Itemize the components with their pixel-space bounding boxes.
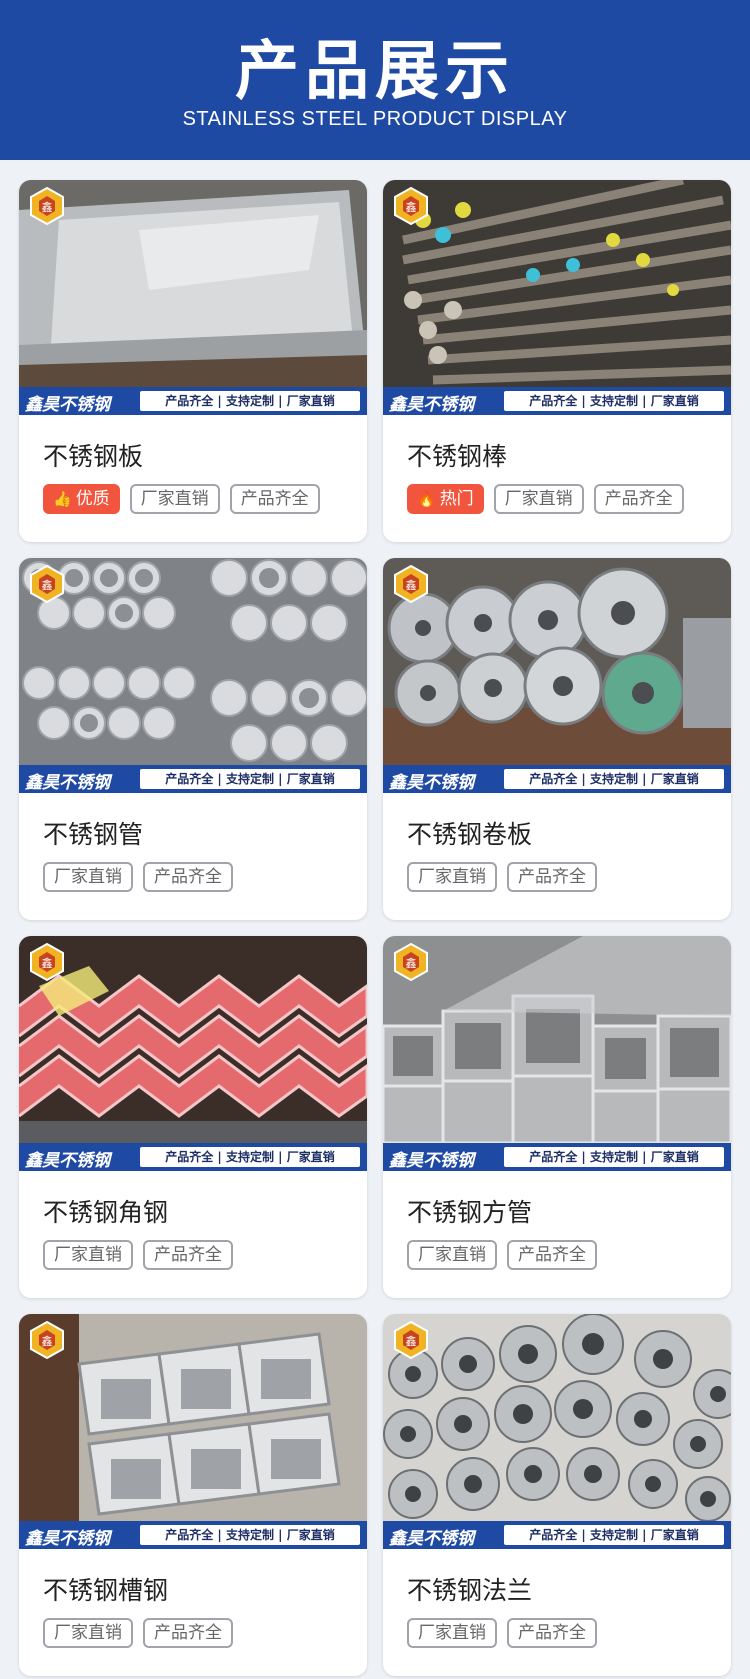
product-card[interactable]: 鑫 鑫昊不锈钢 产品齐全 | 支持定制 | 厂家直销 不锈钢角钢 厂家直销 产品… [19,936,367,1298]
brand-name: 鑫昊不锈钢 [389,773,474,793]
svg-text:鑫: 鑫 [406,200,417,214]
brand-banner: 鑫昊不锈钢 产品齐全 | 支持定制 | 厂家直销 [19,1521,367,1549]
tag: 产品齐全 [143,1618,233,1648]
tag: 厂家直销 [129,484,220,514]
brand-badge-icon: 鑫 [27,564,67,604]
channel-steel-photo [19,1314,367,1521]
brand-banner: 鑫昊不锈钢 产品齐全 | 支持定制 | 厂家直销 [383,1143,731,1171]
product-name: 不锈钢角钢 [43,1198,169,1227]
tag: 厂家直销 [407,1240,497,1270]
product-name: 不锈钢法兰 [407,1576,533,1605]
tag: 产品齐全 [143,1240,233,1270]
angle-steel-photo [19,936,367,1143]
badge-label: 优质 [75,489,110,509]
tag: 产品齐全 [507,1240,597,1270]
brand-tagline: 产品齐全 | 支持定制 | 厂家直销 [504,1525,724,1545]
brand-banner: 鑫昊不锈钢 产品齐全 | 支持定制 | 厂家直销 [19,387,367,415]
brand-badge-icon: 鑫 [27,942,67,982]
steel-plate-photo [19,180,367,387]
product-name: 不锈钢槽钢 [43,1576,169,1605]
svg-text:鑫: 鑫 [42,956,53,970]
brand-tagline: 产品齐全 | 支持定制 | 厂家直销 [140,1147,360,1167]
brand-tagline: 产品齐全 | 支持定制 | 厂家直销 [140,391,360,411]
brand-banner: 鑫昊不锈钢 产品齐全 | 支持定制 | 厂家直销 [19,765,367,793]
brand-name: 鑫昊不锈钢 [25,1151,110,1171]
brand-banner: 鑫昊不锈钢 产品齐全 | 支持定制 | 厂家直销 [383,1521,731,1549]
page-header: 产品展示 STAINLESS STEEL PRODUCT DISPLAY [0,0,750,160]
brand-banner: 鑫昊不锈钢 产品齐全 | 支持定制 | 厂家直销 [383,765,731,793]
square-tube-photo [383,936,731,1143]
product-name: 不锈钢方管 [407,1198,533,1227]
brand-badge-icon: 鑫 [391,186,431,226]
brand-tagline: 产品齐全 | 支持定制 | 厂家直销 [504,1147,724,1167]
flame-icon: 🔥 [417,490,436,508]
tag: 厂家直销 [43,862,133,892]
tag: 产品齐全 [593,484,684,514]
tag-list: 🔥 热门 厂家直销 产品齐全 [407,484,684,514]
product-card[interactable]: 鑫 鑫昊不锈钢 产品齐全 | 支持定制 | 厂家直销 不锈钢棒 🔥 热门 厂家直销… [383,180,731,542]
steel-coil-photo [383,558,731,765]
quality-badge: 👍 优质 [43,484,120,514]
brand-banner: 鑫昊不锈钢 产品齐全 | 支持定制 | 厂家直销 [383,387,731,415]
tag-list: 厂家直销 产品齐全 [407,1240,597,1270]
product-name: 不锈钢板 [43,442,144,471]
steel-pipe-photo [19,558,367,765]
tag: 产品齐全 [507,862,597,892]
tag-list: 厂家直销 产品齐全 [43,862,233,892]
tag: 产品齐全 [229,484,320,514]
brand-name: 鑫昊不锈钢 [25,1529,110,1549]
tag: 厂家直销 [407,862,497,892]
tag: 厂家直销 [407,1618,497,1648]
flange-photo [383,1314,731,1521]
steel-bar-photo [383,180,731,387]
product-card[interactable]: 鑫 鑫昊不锈钢 产品齐全 | 支持定制 | 厂家直销 不锈钢卷板 厂家直销 产品… [383,558,731,920]
tag: 厂家直销 [43,1618,133,1648]
brand-badge-icon: 鑫 [391,942,431,982]
brand-name: 鑫昊不锈钢 [389,395,474,415]
svg-text:鑫: 鑫 [42,1334,53,1348]
page-subtitle: STAINLESS STEEL PRODUCT DISPLAY [182,108,568,130]
brand-name: 鑫昊不锈钢 [389,1529,474,1549]
product-name: 不锈钢棒 [407,442,508,471]
tag-list: 厂家直销 产品齐全 [43,1240,233,1270]
product-card[interactable]: 鑫 鑫昊不锈钢 产品齐全 | 支持定制 | 厂家直销 不锈钢槽钢 厂家直销 产品… [19,1314,367,1676]
brand-badge-icon: 鑫 [391,564,431,604]
product-name: 不锈钢管 [43,820,144,849]
svg-text:鑫: 鑫 [42,200,53,214]
svg-text:鑫: 鑫 [42,578,53,592]
tag-list: 👍 优质 厂家直销 产品齐全 [43,484,320,514]
product-card[interactable]: 鑫 鑫昊不锈钢 产品齐全 | 支持定制 | 厂家直销 不锈钢方管 厂家直销 产品… [383,936,731,1298]
brand-badge-icon: 鑫 [391,1320,431,1360]
tag-list: 厂家直销 产品齐全 [407,1618,597,1648]
product-card[interactable]: 鑫 鑫昊不锈钢 产品齐全 | 支持定制 | 厂家直销 不锈钢管 厂家直销 产品齐… [19,558,367,920]
svg-text:鑫: 鑫 [406,956,417,970]
page-title: 产品展示 [235,35,515,109]
tag: 产品齐全 [507,1618,597,1648]
brand-badge-icon: 鑫 [27,186,67,226]
tag: 厂家直销 [43,1240,133,1270]
thumbs-up-icon: 👍 [53,490,72,508]
svg-text:鑫: 鑫 [406,578,417,592]
brand-tagline: 产品齐全 | 支持定制 | 厂家直销 [504,769,724,789]
product-name: 不锈钢卷板 [407,820,533,849]
brand-tagline: 产品齐全 | 支持定制 | 厂家直销 [504,391,724,411]
tag-list: 厂家直销 产品齐全 [43,1618,233,1648]
tag: 厂家直销 [493,484,584,514]
product-card[interactable]: 鑫 鑫昊不锈钢 产品齐全 | 支持定制 | 厂家直销 不锈钢法兰 厂家直销 产品… [383,1314,731,1676]
brand-name: 鑫昊不锈钢 [25,773,110,793]
brand-banner: 鑫昊不锈钢 产品齐全 | 支持定制 | 厂家直销 [19,1143,367,1171]
hot-badge: 🔥 热门 [407,484,484,514]
product-card[interactable]: 鑫 鑫昊不锈钢 产品齐全 | 支持定制 | 厂家直销 不锈钢板 👍 优质 厂家直销… [19,180,367,542]
brand-tagline: 产品齐全 | 支持定制 | 厂家直销 [140,1525,360,1545]
tag-list: 厂家直销 产品齐全 [407,862,597,892]
badge-label: 热门 [439,489,474,509]
brand-name: 鑫昊不锈钢 [25,395,110,415]
svg-text:鑫: 鑫 [406,1334,417,1348]
brand-badge-icon: 鑫 [27,1320,67,1360]
tag: 产品齐全 [143,862,233,892]
brand-name: 鑫昊不锈钢 [389,1151,474,1171]
brand-tagline: 产品齐全 | 支持定制 | 厂家直销 [140,769,360,789]
